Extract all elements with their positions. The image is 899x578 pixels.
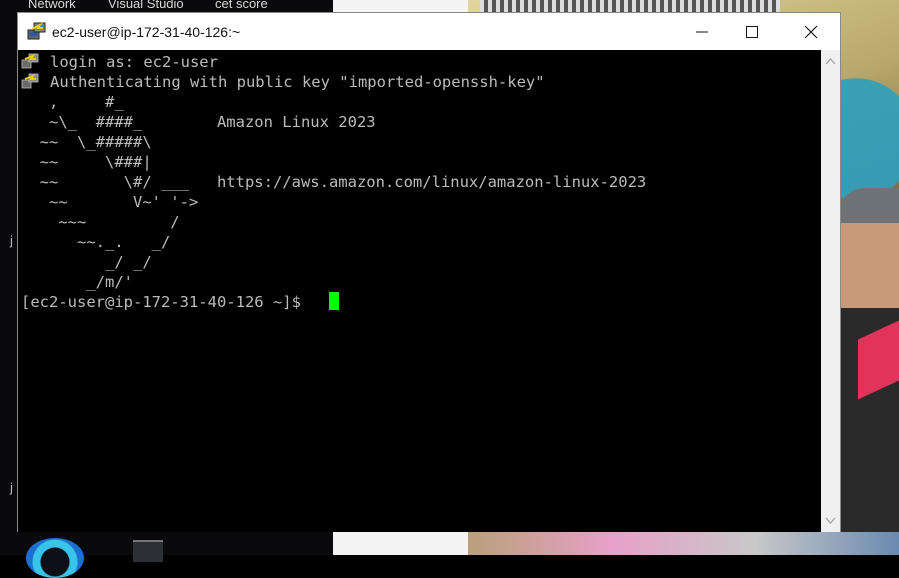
terminal-app-icon[interactable] — [133, 540, 163, 562]
title-bar[interactable]: ec2-user@ip-172-31-40-126:~ — [18, 13, 840, 50]
ascii-art-line: ~\_ ####_ Amazon Linux 2023 — [21, 113, 376, 131]
wallpaper-fence — [480, 0, 780, 12]
maximize-button[interactable] — [729, 13, 775, 50]
wallpaper-bottom — [468, 532, 899, 555]
ascii-art-line: ~~ \_#####\ — [21, 133, 152, 151]
vertical-scrollbar[interactable] — [821, 50, 840, 532]
terminal-line: login as: ec2-user — [21, 52, 218, 72]
ascii-art-line: ~~ \###| — [21, 153, 152, 171]
ascii-art-line: ~~._. _/ — [21, 233, 171, 251]
ascii-art-line: ~~ V~' '-> — [21, 193, 199, 211]
scroll-up-arrow-icon[interactable] — [825, 57, 836, 66]
putty-icon — [27, 22, 46, 40]
minimize-icon — [696, 31, 708, 32]
terminal-cursor — [329, 292, 339, 310]
desktop-icon-label-network[interactable]: Network — [28, 0, 76, 11]
ascii-art-line: ~~ \#/ ___ https://aws.amazon.com/linux/… — [21, 173, 647, 191]
edge-browser-icon[interactable] — [26, 538, 84, 578]
desktop-icon-label-cet-score[interactable]: cet score — [215, 0, 268, 11]
putty-window: ec2-user@ip-172-31-40-126:~ login as: ec… — [17, 12, 841, 532]
putty-key-icon — [21, 73, 39, 89]
ascii-art-line: ~~~ / — [21, 213, 180, 231]
maximize-icon — [746, 25, 758, 38]
desktop-fragment: j — [10, 233, 13, 248]
desktop-fragment: j — [10, 480, 13, 495]
minimize-button[interactable] — [679, 13, 725, 50]
close-button[interactable] — [788, 13, 834, 50]
scroll-down-arrow-icon[interactable] — [825, 516, 836, 525]
terminal-screen[interactable]: login as: ec2-user Authenticating with p… — [18, 50, 821, 532]
ascii-art-line: _/ _/ — [21, 253, 152, 271]
close-icon — [804, 25, 818, 38]
shell-prompt: [ec2-user@ip-172-31-40-126 ~]$ — [21, 293, 311, 311]
putty-key-icon — [21, 53, 39, 69]
desktop-icon-label-visual-studio[interactable]: Visual Studio — [108, 0, 184, 11]
terminal-line: Authenticating with public key "imported… — [21, 72, 545, 92]
ascii-art-line: _/m/' — [21, 273, 133, 291]
window-title: ec2-user@ip-172-31-40-126:~ — [52, 24, 241, 40]
ascii-art-line: , #_ — [21, 93, 124, 111]
